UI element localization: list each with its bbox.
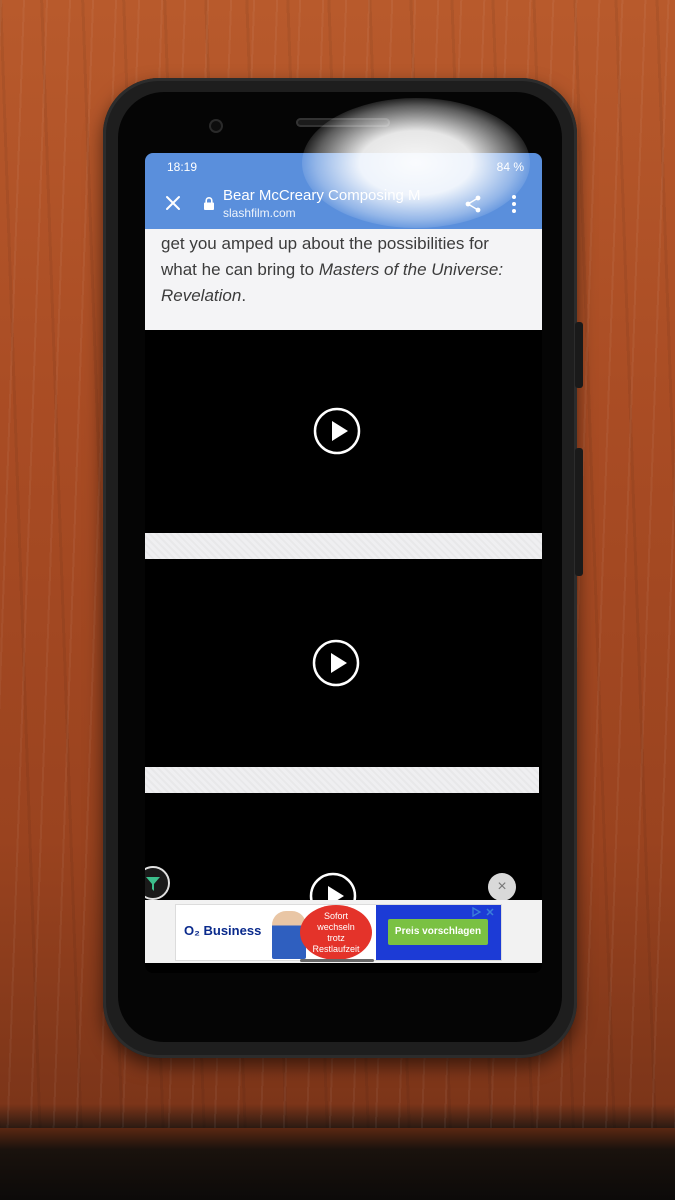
power-button [575,322,583,388]
video-embed[interactable] [145,793,542,920]
article-line-3-title: Revelation [161,286,242,305]
page-title-block[interactable]: Bear McCreary Composing M slashfilm.com [223,187,453,220]
more-vert-icon[interactable] [511,193,517,215]
ad-cta-button[interactable]: Preis vorschlagen [388,919,488,945]
table-edge [0,1128,675,1200]
status-bar: 18:19 84 % [145,153,542,179]
page-domain: slashfilm.com [223,206,296,220]
article-line-2-title: Masters of the Universe: [318,260,504,279]
front-camera [209,119,223,133]
battery-level: 84 % [496,160,524,174]
ad-badge-line-2: wechseln [317,922,355,932]
ad-banner[interactable]: O₂ Business Sofort wechseln trotz Restla… [175,904,502,961]
ad-banner-bar: O₂ Business Sofort wechseln trotz Restla… [145,900,542,963]
ad-brand: O₂ Business [184,923,262,938]
article-line-3-end: . [241,286,247,305]
volume-button [575,448,583,576]
play-icon[interactable] [313,407,361,455]
filter-icon[interactable] [145,866,170,900]
ad-badge: Sofort wechseln trotz Restlaufzeit [300,905,372,960]
article-paragraph: get you amped up about the possibilities… [161,231,531,309]
adchoices-icon[interactable] [469,906,499,918]
content-separator [145,533,542,559]
ad-close-button[interactable]: × [488,873,516,901]
status-time: 18:19 [167,160,198,174]
video-embed[interactable] [145,559,542,767]
home-indicator[interactable] [300,959,374,962]
custom-tab-toolbar: Bear McCreary Composing M slashfilm.com [145,179,542,229]
lock-icon [203,197,215,210]
phone-screen: 18:19 84 % Bear McCreary Composing M sla… [145,153,542,973]
article-body: get you amped up about the possibilities… [145,229,542,330]
share-icon[interactable] [463,194,483,214]
ad-badge-line-1: Sofort [323,911,348,921]
article-line-2: what he can bring to [161,260,319,279]
video-embed[interactable] [145,330,542,533]
article-line-1: get you amped up about the possibilities… [161,234,489,253]
play-icon[interactable] [312,639,360,687]
content-separator [145,767,539,793]
page-title: Bear McCreary Composing M [223,187,421,204]
ad-badge-line-3: trotz [327,933,345,943]
ad-badge-line-4: Restlaufzeit [312,944,360,954]
close-icon[interactable] [161,191,185,215]
earpiece-speaker [296,118,390,127]
